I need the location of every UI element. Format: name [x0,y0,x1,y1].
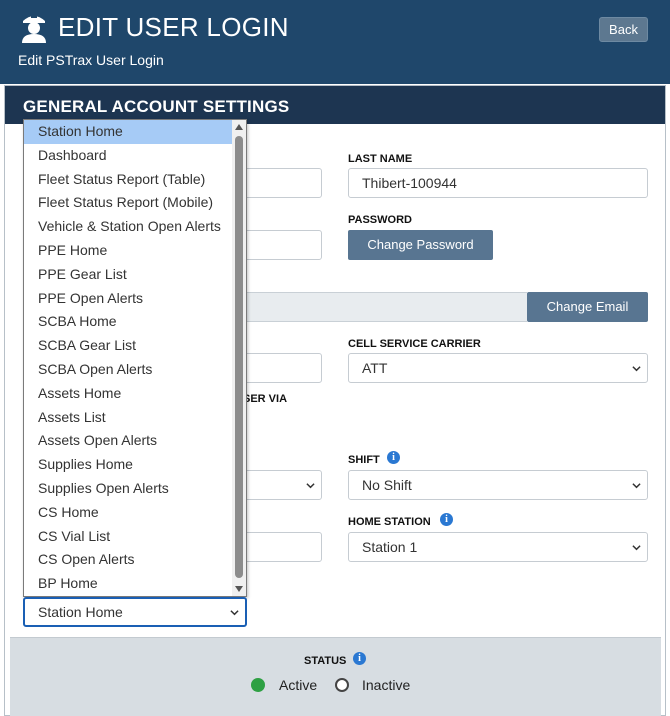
notify-select[interactable] [243,470,322,500]
dropdown-option[interactable]: Vehicle & Station Open Alerts [24,215,233,239]
dropdown-option[interactable]: Fleet Status Report (Table) [24,168,233,192]
dropdown-option[interactable]: BP Home [24,572,233,596]
home-station-value: Station 1 [362,539,418,555]
dropdown-option[interactable]: Assets Home [24,382,233,406]
employee-id-input[interactable] [243,532,322,562]
dropdown-option[interactable]: SCBA Home [24,310,233,334]
cell-carrier-value: ATT [362,360,388,376]
landing-page-select[interactable]: Station Home [23,597,247,627]
scrollbar-thumb[interactable] [235,136,243,578]
dropdown-option[interactable]: PPE Open Alerts [24,287,233,311]
notify-label: SER VIA [243,393,288,405]
chevron-down-icon [230,610,239,616]
shift-value: No Shift [362,477,412,493]
dropdown-option[interactable]: Assets Open Alerts [24,429,233,453]
email-field [243,292,527,322]
active-radio[interactable] [251,678,265,692]
dropdown-option[interactable]: CS Home [24,501,233,525]
back-button[interactable]: Back [599,17,648,42]
status-label: STATUS [304,655,347,667]
page-header: EDIT USER LOGIN Edit PSTrax User Login B… [0,0,670,84]
chevron-down-icon [632,483,641,489]
scroll-up-icon[interactable] [235,124,243,130]
home-station-select[interactable]: Station 1 [348,532,648,562]
page-title: EDIT USER LOGIN [58,12,289,42]
username-input[interactable] [243,230,322,260]
dropdown-option[interactable]: Assets List [24,406,233,430]
landing-page-dropdown-list[interactable]: Station Home Dashboard Fleet Status Report… [23,119,247,597]
dropdown-option[interactable]: PPE Gear List [24,263,233,287]
chevron-down-icon [632,366,641,372]
password-label: PASSWORD [348,214,412,226]
status-section: STATUS i Active Inactive [10,637,661,716]
firefighter-logo-icon [22,13,46,43]
dropdown-option[interactable]: SCBA Open Alerts [24,358,233,382]
dropdown-option[interactable]: SCBA Gear List [24,334,233,358]
first-name-input[interactable] [243,168,322,198]
dropdown-scrollbar[interactable] [232,120,246,596]
last-name-label: LAST NAME [348,153,413,165]
cell-carrier-label: CELL SERVICE CARRIER [348,338,481,350]
shift-label: SHIFT [348,454,380,466]
shift-info-icon[interactable]: i [387,451,400,464]
dropdown-option[interactable]: CS Open Alerts [24,548,233,572]
last-name-input[interactable]: Thibert-100944 [348,168,648,198]
dropdown-option[interactable]: Dashboard [24,144,233,168]
dropdown-option[interactable]: Fleet Status Report (Mobile) [24,191,233,215]
dropdown-option[interactable]: PPE Home [24,239,233,263]
change-email-button[interactable]: Change Email [527,292,648,322]
dropdown-option[interactable]: Supplies Home [24,453,233,477]
inactive-radio-label: Inactive [362,677,411,693]
scroll-down-icon[interactable] [235,586,243,592]
dropdown-option[interactable]: Supplies Open Alerts [24,477,233,501]
cell-carrier-select[interactable]: ATT [348,353,648,383]
chevron-down-icon [632,545,641,551]
home-station-label: HOME STATION [348,516,431,528]
chevron-down-icon [306,483,315,489]
dropdown-option[interactable]: CS Vial List [24,525,233,549]
landing-page-value: Station Home [38,604,123,620]
dropdown-option[interactable]: Station Home [24,120,233,144]
change-password-button[interactable]: Change Password [348,230,493,260]
page-subtitle: Edit PSTrax User Login [18,52,164,68]
section-title: GENERAL ACCOUNT SETTINGS [23,97,290,116]
status-info-icon[interactable]: i [353,652,366,665]
active-radio-label: Active [279,677,318,693]
cell-phone-input[interactable] [243,353,322,383]
inactive-radio[interactable] [335,678,349,692]
shift-select[interactable]: No Shift [348,470,648,500]
home-station-info-icon[interactable]: i [440,513,453,526]
